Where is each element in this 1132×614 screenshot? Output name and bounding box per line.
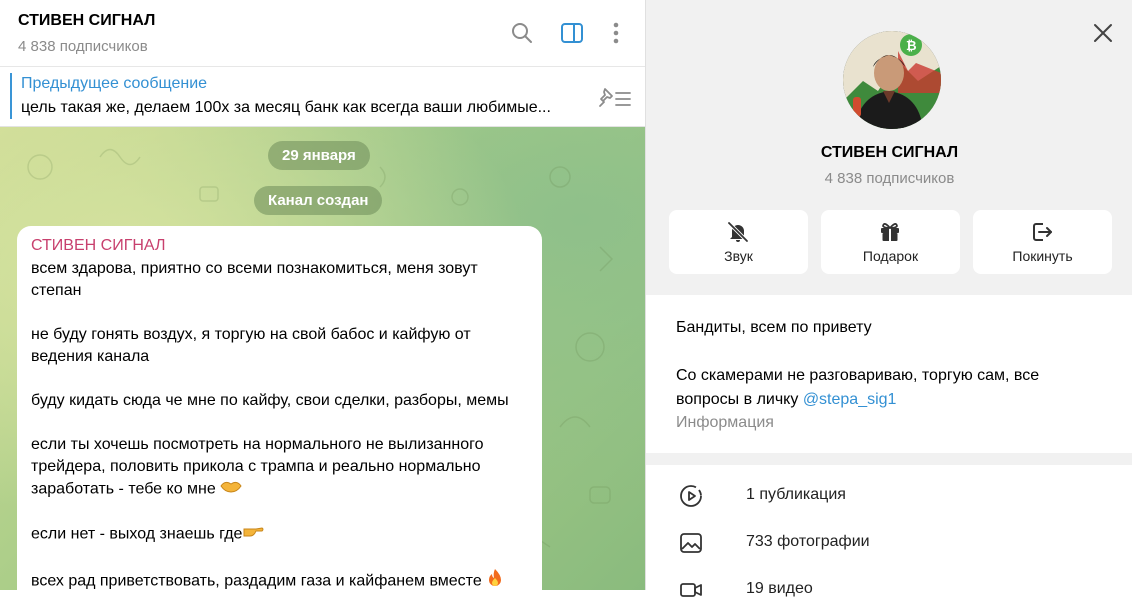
message-paragraph: всем здарова, приятно со всеми познакоми… (31, 260, 478, 299)
gift-label: Подарок (862, 248, 919, 264)
search-button[interactable] (509, 20, 535, 46)
message-paragraph-with-emoji: если ты хочешь посмотреть на нормального… (31, 434, 531, 501)
gift-icon (881, 223, 899, 241)
video-icon (680, 583, 702, 597)
more-vertical-icon (613, 22, 619, 44)
stat-photos-label: 733 фотографии (746, 533, 870, 550)
stat-posts-label: 1 публикация (746, 486, 846, 503)
play-circle-icon (680, 485, 702, 507)
message-paragraph: всех рад приветствовать, раздадим газа и… (31, 572, 482, 590)
mute-button[interactable]: Звук (669, 210, 808, 274)
message-author[interactable]: СТИВЕН СИГНАЛ (31, 237, 165, 255)
message-paragraph-with-emoji: всех рад приветствовать, раздадим газа и… (31, 568, 531, 590)
stat-posts[interactable]: 1 публикация (646, 474, 1132, 520)
svg-text:₿: ₿ (906, 39, 917, 54)
message-paragraph: если нет - выход знаешь где (31, 525, 243, 543)
chat-header: СТИВЕН СИГНАЛ 4 838 подписчиков (0, 0, 645, 67)
bell-off-icon (727, 221, 749, 243)
close-icon (1094, 24, 1112, 42)
description-line: Бандиты, всем по привету (676, 319, 872, 336)
channel-title: СТИВЕН СИГНАЛ (820, 144, 959, 161)
pinned-message-bar[interactable]: Предыдущее сообщение цель такая же, дела… (0, 67, 645, 127)
channel-subscriber-count: 4 838 подписчиков (824, 170, 955, 187)
pinned-list-button[interactable] (596, 86, 632, 110)
fire-emoji (486, 568, 504, 590)
search-icon (512, 23, 532, 43)
close-button[interactable] (1092, 22, 1114, 44)
channel-info-pane: ₿ СТИВЕН СИГНАЛ 4 838 подписчиков Звук П… (645, 0, 1132, 605)
stat-videos[interactable]: 19 видео (646, 568, 1132, 614)
photo-icon (680, 533, 702, 553)
message-paragraph: буду кидать сюда че мне по кайфу, свои с… (31, 392, 509, 409)
gift-button[interactable]: Подарок (821, 210, 960, 274)
leave-button[interactable]: Покинуть (973, 210, 1112, 274)
channel-description: Бандиты, всем по привету Со скамерами не… (646, 295, 1132, 453)
avatar-image: ₿ (843, 31, 941, 129)
service-message: Канал создан (254, 186, 383, 215)
leave-label: Покинуть (1012, 248, 1073, 264)
pinned-text: цель такая же, делаем 100х за месяц банк… (21, 99, 551, 116)
message-bubble[interactable]: СТИВЕН СИГНАЛ всем здарова, приятно со в… (17, 226, 542, 590)
message-paragraph: если ты хочешь посмотреть на нормального… (31, 436, 484, 498)
chat-title[interactable]: СТИВЕН СИГНАЛ (18, 12, 155, 30)
username-link[interactable]: @stepa_sig1 (803, 391, 897, 408)
chat-pane: СТИВЕН СИГНАЛ 4 838 подписчиков Предыдущ… (0, 0, 645, 590)
pinned-list-icon (599, 88, 631, 107)
stat-photos[interactable]: 733 фотографии (646, 521, 1132, 567)
message-paragraph: не буду гонять воздух, я торгую на свой … (31, 326, 471, 365)
handshake-emoji (220, 478, 242, 501)
more-button[interactable] (603, 20, 629, 46)
channel-avatar[interactable]: ₿ (843, 31, 941, 129)
description-caption: Информация (676, 414, 774, 431)
message-paragraph-with-emoji: если нет - выход знаешь где (31, 523, 531, 546)
message-text: всем здарова, приятно со всеми познакоми… (31, 258, 531, 590)
chat-subscriber-count: 4 838 подписчиков (18, 38, 148, 55)
description-paragraph: Со скамерами не разговариваю, торгую сам… (676, 364, 1106, 412)
media-stats: 1 публикация 733 фотографии 19 видео (646, 465, 1132, 605)
stat-videos-label: 19 видео (746, 580, 813, 597)
logout-icon (1033, 223, 1052, 241)
pinned-title: Предыдущее сообщение (21, 75, 208, 92)
mute-label: Звук (724, 248, 753, 264)
date-separator: 29 января (268, 141, 370, 170)
toggle-info-button[interactable] (559, 20, 585, 46)
pinned-indicator (10, 73, 12, 119)
sidebar-toggle-icon (561, 23, 583, 43)
pointing-right-emoji (242, 523, 264, 546)
